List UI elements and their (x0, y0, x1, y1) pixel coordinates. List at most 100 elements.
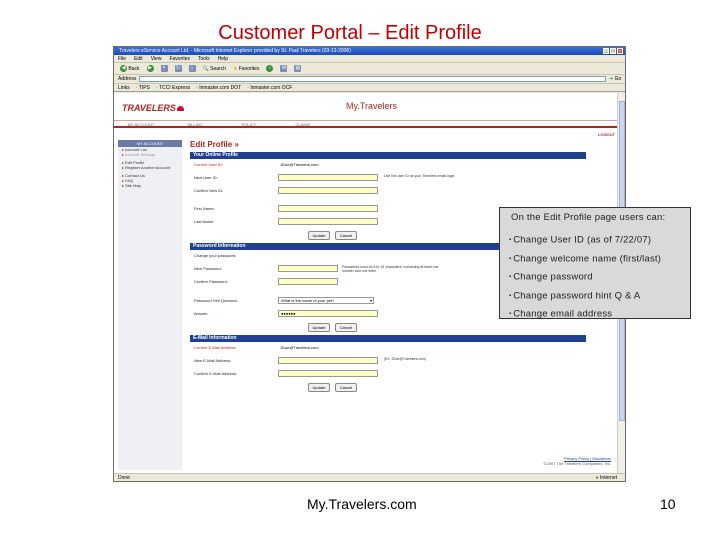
password-hint: Passwords must be 8 to 15 characters, co… (342, 265, 439, 273)
print-icon: ▤ (294, 65, 302, 72)
nav-claims[interactable]: CLAIMS (276, 121, 330, 127)
forward-button[interactable]: ▶ (145, 64, 156, 73)
confirm-email-field[interactable] (278, 370, 378, 377)
profile-cancel-button[interactable]: Cancel (335, 231, 357, 240)
row-current-id: Current User ID: JDoe@Travelers.com (190, 159, 586, 172)
close-icon[interactable]: × (617, 48, 623, 54)
email-hint: (Ex: JDoe@Travelers.com) (384, 357, 427, 361)
menu-view[interactable]: View (151, 55, 162, 62)
confirm-email-label: Confirm E-Mail Address: (194, 371, 238, 376)
nav-policy[interactable]: POLICY (222, 121, 276, 127)
new-id-field[interactable] (278, 174, 378, 181)
email-update-button[interactable]: Update (308, 383, 330, 392)
link-tcci-express[interactable]: TCCI Express (156, 85, 190, 91)
print-button[interactable]: ▤ (292, 64, 303, 73)
new-password-label: New Password: (194, 266, 222, 271)
copyright-text: ©2007 The Travelers Companies, Inc. (543, 461, 611, 466)
profile-update-button[interactable]: Update (308, 231, 330, 240)
row-new-email: New E-Mail Address: (Ex: JDoe@Travelers.… (190, 355, 586, 368)
answer-field[interactable]: ●●●●●● (278, 310, 378, 317)
email-buttons: Update Cancel (190, 381, 586, 395)
confirm-password-field[interactable] (278, 278, 338, 285)
current-id-label: Current User ID: (194, 162, 224, 167)
link-inmaster-dot[interactable]: Inmaster.com DOT (196, 85, 241, 91)
callout-box: On the Edit Profile page users can: Chan… (499, 207, 691, 320)
new-password-field[interactable] (278, 265, 338, 272)
link-tips[interactable]: TIPS (136, 85, 150, 91)
section-email: E-Mail Information (190, 335, 586, 342)
confirm-password-label: Confirm Password: (194, 279, 228, 284)
confirm-id-label: Confirm New ID: (194, 188, 224, 193)
email-cancel-button[interactable]: Cancel (335, 383, 357, 392)
go-button[interactable]: ➜ Go (609, 76, 625, 82)
back-button[interactable]: ◀ Back (118, 64, 142, 73)
slide-title: Customer Portal – Edit Profile (218, 22, 482, 44)
links-bar: Links TIPS TCCI Express Inmaster.com DOT… (114, 84, 625, 92)
callout-bullet: Change welcome name (first/last) (509, 250, 690, 269)
new-id-label: New User ID: (194, 175, 218, 180)
media-icon: ♪ (266, 65, 274, 72)
change-password-label: Change your password: (194, 253, 237, 258)
search-icon: 🔍 (202, 65, 209, 72)
password-update-button[interactable]: Update (308, 323, 330, 332)
first-name-field[interactable] (278, 205, 378, 212)
sidebar-item-site-map[interactable]: Site Map (118, 183, 182, 188)
current-id-value: JDoe@Travelers.com (280, 162, 319, 167)
sidebar: MY ACCOUNT Account List Account Settings… (118, 140, 182, 470)
stop-icon: × (160, 65, 168, 72)
menu-favorites[interactable]: Favorites (169, 55, 190, 62)
window-controls: _ □ × (603, 48, 623, 54)
refresh-icon: ↻ (174, 65, 182, 72)
address-bar: Address ➜ Go (114, 75, 625, 84)
forward-arrow-icon: ▶ (146, 65, 154, 72)
minimize-icon[interactable]: _ (603, 48, 609, 54)
mail-icon: ✉ (280, 65, 288, 72)
hint-question-select[interactable]: What is the name of your pet? ▾ (278, 297, 374, 304)
status-text: Done (118, 475, 130, 481)
menu-help[interactable]: Help (218, 55, 228, 62)
confirm-id-field[interactable] (278, 187, 378, 194)
callout-bullet: Change password (509, 268, 690, 287)
nav-billing[interactable]: BILLING (168, 121, 222, 127)
mail-button[interactable]: ✉ (278, 64, 289, 73)
menu-tools[interactable]: Tools (198, 55, 210, 62)
search-button[interactable]: 🔍 Search (201, 64, 228, 73)
globe-icon: ● (595, 475, 599, 481)
password-cancel-button[interactable]: Cancel (335, 323, 357, 332)
current-email-value: JDoe@Travelers.com (280, 345, 319, 350)
new-email-field[interactable] (278, 357, 378, 364)
travelers-logo[interactable]: TRAVELERS (122, 103, 184, 113)
address-input[interactable] (139, 76, 606, 82)
media-button[interactable]: ♪ (264, 64, 275, 73)
menu-bar: File Edit View Favorites Tools Help (114, 55, 625, 63)
star-icon: ★ (232, 65, 238, 72)
last-name-field[interactable] (278, 218, 378, 225)
window-titlebar[interactable]: Travelers eService Account Ltd. - Micros… (114, 47, 625, 55)
chevron-down-icon: ▾ (369, 298, 372, 303)
row-current-email: Current E-Mail Address: JDoe@Travelers.c… (190, 342, 586, 355)
maximize-icon[interactable]: □ (610, 48, 616, 54)
row-new-id: New User ID: Use this user ID as your Tr… (190, 172, 586, 185)
new-id-hint: Use this user ID as your Travelers email… (384, 174, 455, 178)
page-footer: Privacy Policy | Disclaimer ©2007 The Tr… (544, 456, 611, 466)
page-title: Edit Profile » (190, 140, 239, 149)
link-inmaster-ocf[interactable]: Inmaster.com OCF (247, 85, 292, 91)
callout-intro: On the Edit Profile page users can: (511, 212, 666, 223)
address-label: Address (118, 76, 137, 82)
browser-toolbar: ◀ Back ▶ × ↻ ⌂ 🔍 Search ★ Favorites ♪ ✉ … (114, 63, 625, 75)
umbrella-icon (176, 106, 184, 111)
menu-file[interactable]: File (118, 55, 126, 62)
callout-bullet: Change email address (509, 305, 690, 324)
home-button[interactable]: ⌂ (187, 64, 198, 73)
menu-edit[interactable]: Edit (134, 55, 143, 62)
favorites-button[interactable]: ★ Favorites (231, 64, 261, 73)
callout-bullet: Change password hint Q & A (509, 287, 690, 306)
stop-button[interactable]: × (159, 64, 170, 73)
arrows-icon: » (234, 140, 239, 149)
links-label: Links (118, 84, 130, 91)
logout-link[interactable]: LOGOUT (598, 132, 615, 137)
nav-my-account[interactable]: MY ACCOUNT (114, 121, 168, 127)
new-email-label: New E-Mail Address: (194, 358, 232, 363)
refresh-button[interactable]: ↻ (173, 64, 184, 73)
current-email-label: Current E-Mail Address: (194, 345, 237, 350)
